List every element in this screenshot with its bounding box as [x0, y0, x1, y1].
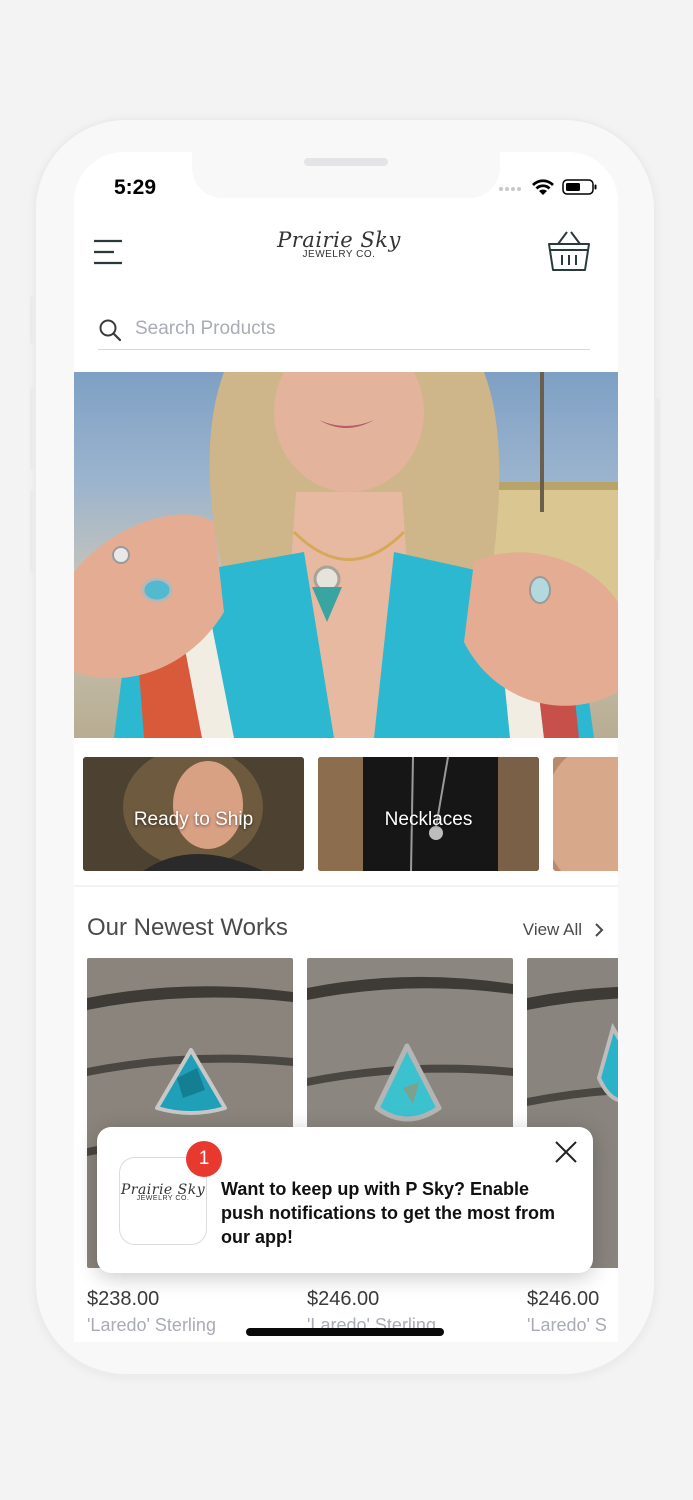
- view-all-link[interactable]: View All: [523, 920, 604, 940]
- product-price: $246.00: [307, 1288, 380, 1310]
- chevron-right-icon: [595, 923, 604, 937]
- phone-side-button: [30, 296, 35, 344]
- speaker: [304, 158, 388, 166]
- home-indicator[interactable]: [246, 1328, 444, 1336]
- search-icon: [99, 319, 122, 342]
- notification-message[interactable]: Want to keep up with P Sky? Enable push …: [221, 1177, 571, 1249]
- notification-badge: 1: [186, 1141, 222, 1177]
- product-name: 'Laredo' S: [527, 1315, 607, 1335]
- basket-icon[interactable]: [546, 230, 592, 274]
- phone-side-button: [30, 490, 35, 572]
- category-label: Necklaces: [384, 809, 473, 830]
- category-card-necklaces[interactable]: Necklaces: [318, 757, 539, 871]
- notch: [192, 152, 500, 198]
- hero-photo: [74, 372, 618, 738]
- status-icons: [498, 178, 598, 196]
- category-carousel: Ready to Ship Necklaces: [83, 757, 618, 871]
- wifi-icon: [532, 178, 554, 195]
- section-title: Our Newest Works: [87, 914, 288, 941]
- brand-logo[interactable]: Prairie Sky JEWELRY CO.: [269, 228, 409, 280]
- category-card[interactable]: [553, 757, 618, 871]
- search-bar[interactable]: [98, 308, 590, 350]
- section-divider: [74, 885, 618, 887]
- product-price: $246.00: [527, 1288, 600, 1310]
- battery-icon: [562, 179, 597, 195]
- close-icon[interactable]: [553, 1139, 579, 1165]
- product-price: $238.00: [87, 1288, 160, 1310]
- category-label: Ready to Ship: [133, 809, 254, 830]
- phone-side-button: [30, 388, 35, 470]
- signal-icon: [499, 187, 521, 191]
- category-photo: [553, 757, 618, 871]
- search-input[interactable]: [135, 314, 575, 344]
- app-header: Prairie Sky JEWELRY CO.: [74, 222, 618, 292]
- view-all-label: View All: [522, 920, 582, 939]
- category-card-ready-to-ship[interactable]: Ready to Ship: [83, 757, 304, 871]
- phone-power-button: [655, 398, 660, 560]
- hero-banner-image[interactable]: [74, 372, 618, 738]
- push-notification-prompt[interactable]: Prairie Sky JEWELRY CO. 1 Want to keep u…: [97, 1127, 593, 1273]
- status-time: 5:29: [114, 176, 157, 199]
- hamburger-menu-icon[interactable]: [92, 238, 124, 266]
